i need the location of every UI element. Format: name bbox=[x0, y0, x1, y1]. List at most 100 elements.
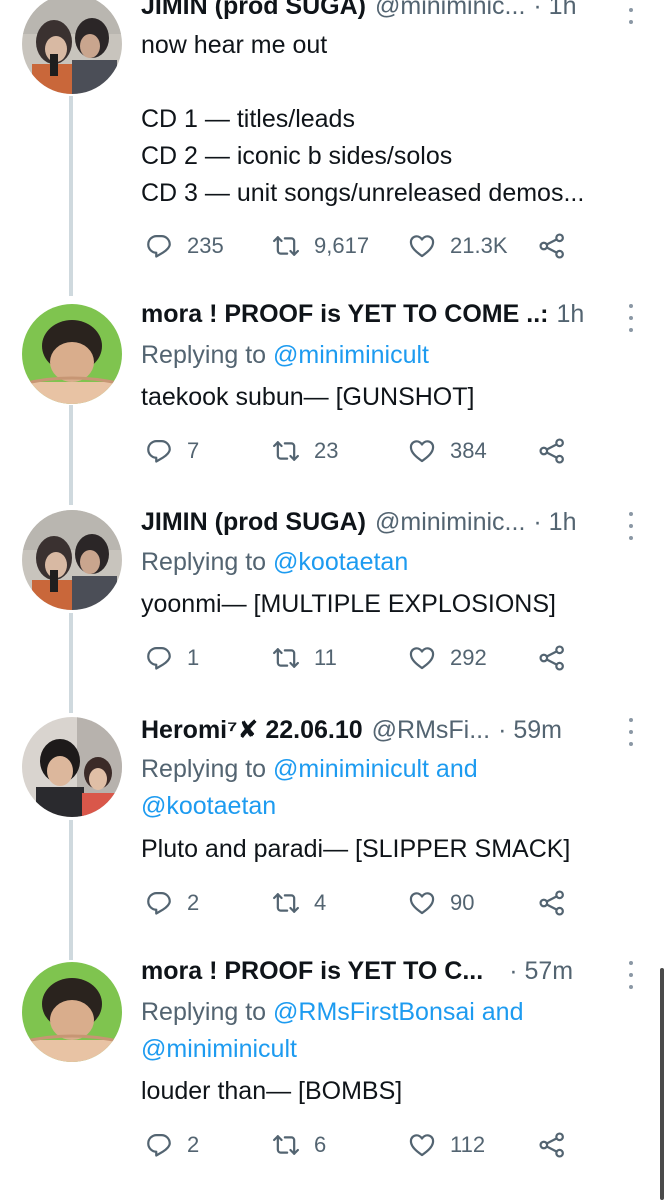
tweet-header: JIMIN (prod SUGA) @miniminic... · 1h bbox=[141, 0, 638, 26]
reply-button[interactable]: 235 bbox=[145, 231, 224, 261]
like-button[interactable]: 90 bbox=[408, 888, 474, 918]
share-button[interactable] bbox=[538, 1130, 566, 1160]
heart-icon bbox=[408, 644, 436, 672]
avatar[interactable] bbox=[22, 717, 122, 817]
replying-label: Replying to bbox=[141, 341, 267, 369]
tweet-text-line: now hear me out bbox=[141, 31, 328, 59]
tweet-actions: 1 11 292 bbox=[145, 643, 585, 673]
mention-link[interactable]: @kootaetan bbox=[141, 789, 276, 823]
reply-icon bbox=[145, 232, 173, 260]
tweet[interactable]: JIMIN (prod SUGA) @miniminic... · 1h Rep… bbox=[0, 500, 668, 710]
avatar[interactable] bbox=[22, 962, 122, 1062]
retweet-icon bbox=[272, 644, 300, 672]
retweet-count: 11 bbox=[314, 645, 337, 670]
author-name[interactable]: Heromi⁷✘ 22.06.10 bbox=[141, 715, 363, 745]
share-button[interactable] bbox=[538, 231, 566, 261]
retweet-button[interactable]: 9,617 bbox=[272, 231, 369, 261]
tweet-actions: 2 4 90 bbox=[145, 888, 585, 918]
replying-label: Replying to bbox=[141, 755, 267, 783]
share-button[interactable] bbox=[538, 643, 566, 673]
reply-icon bbox=[145, 889, 173, 917]
reply-icon bbox=[145, 437, 173, 465]
mention-link[interactable]: @miniminicult and bbox=[273, 755, 478, 783]
tweet-header: Heromi⁷✘ 22.06.10 @RMsFi... · 59m bbox=[141, 715, 638, 749]
share-icon bbox=[538, 232, 566, 260]
share-button[interactable] bbox=[538, 888, 566, 918]
avatar[interactable] bbox=[22, 304, 122, 404]
reply-count: 7 bbox=[187, 438, 200, 463]
tweet-text: yoonmi— [MULTIPLE EXPLOSIONS] bbox=[141, 590, 556, 618]
retweet-button[interactable]: 6 bbox=[272, 1130, 326, 1160]
replying-to: Replying to @miniminicult bbox=[141, 338, 429, 372]
like-button[interactable]: 21.3K bbox=[408, 231, 508, 261]
timestamp[interactable]: · 1h bbox=[533, 508, 576, 537]
more-icon[interactable] bbox=[628, 718, 634, 746]
author-handle[interactable]: @miniminic... bbox=[375, 508, 525, 537]
reply-count: 1 bbox=[187, 645, 200, 670]
retweet-icon bbox=[272, 1131, 300, 1159]
share-icon bbox=[538, 644, 566, 672]
heart-icon bbox=[408, 889, 436, 917]
author-name[interactable]: mora ! PROOF is YET TO COME ..: bbox=[141, 300, 548, 329]
more-icon[interactable] bbox=[628, 512, 634, 540]
reply-button[interactable]: 2 bbox=[145, 888, 199, 918]
share-icon bbox=[538, 437, 566, 465]
retweet-button[interactable]: 4 bbox=[272, 888, 326, 918]
tweet-actions: 2 6 112 bbox=[145, 1130, 585, 1160]
tweet[interactable]: mora ! PROOF is YET TO COME ..: 1h Reply… bbox=[0, 290, 668, 500]
tweet[interactable]: JIMIN (prod SUGA) @miniminic... · 1h now… bbox=[0, 0, 668, 290]
author-handle[interactable]: @RMsFi... bbox=[372, 716, 490, 745]
author-name[interactable]: mora ! PROOF is YET TO C... bbox=[141, 957, 483, 986]
tweet-header: mora ! PROOF is YET TO COME ..: 1h bbox=[141, 300, 638, 334]
mention-link[interactable]: @RMsFirstBonsai and bbox=[273, 998, 523, 1026]
author-name[interactable]: JIMIN (prod SUGA) bbox=[141, 508, 366, 537]
author-name[interactable]: JIMIN (prod SUGA) bbox=[141, 0, 366, 21]
reply-icon bbox=[145, 1131, 173, 1159]
like-button[interactable]: 112 bbox=[408, 1130, 485, 1160]
timestamp[interactable]: · 59m bbox=[498, 716, 562, 745]
like-button[interactable]: 292 bbox=[408, 643, 487, 673]
like-count: 90 bbox=[450, 890, 475, 915]
tweet-header: mora ! PROOF is YET TO C... · 57m bbox=[141, 957, 638, 991]
reply-button[interactable]: 1 bbox=[145, 643, 199, 673]
reply-count: 2 bbox=[187, 1132, 200, 1157]
replying-to: Replying to @miniminicult and bbox=[141, 752, 478, 786]
retweet-count: 4 bbox=[314, 890, 327, 915]
more-icon[interactable] bbox=[628, 0, 634, 24]
reply-button[interactable]: 7 bbox=[145, 436, 199, 466]
retweet-icon bbox=[272, 232, 300, 260]
heart-icon bbox=[408, 1131, 436, 1159]
reply-button[interactable]: 2 bbox=[145, 1130, 199, 1160]
replying-label: Replying to bbox=[141, 548, 267, 576]
reply-count: 235 bbox=[187, 233, 224, 258]
like-count: 112 bbox=[450, 1132, 486, 1157]
like-button[interactable]: 384 bbox=[408, 436, 487, 466]
mention-link[interactable]: @kootaetan bbox=[273, 548, 408, 576]
like-count: 384 bbox=[450, 438, 487, 463]
heart-icon bbox=[408, 437, 436, 465]
retweet-icon bbox=[272, 889, 300, 917]
reply-icon bbox=[145, 644, 173, 672]
avatar[interactable] bbox=[22, 0, 122, 94]
more-icon[interactable] bbox=[628, 961, 634, 989]
tweet-text: louder than— [BOMBS] bbox=[141, 1077, 403, 1105]
retweet-button[interactable]: 23 bbox=[272, 436, 338, 466]
heart-icon bbox=[408, 232, 436, 260]
timestamp[interactable]: · 57m bbox=[509, 957, 573, 986]
timestamp[interactable]: 1h bbox=[556, 300, 584, 329]
mention-link[interactable]: @miniminicult bbox=[273, 341, 429, 369]
more-icon[interactable] bbox=[628, 304, 634, 332]
author-handle[interactable]: @miniminic... bbox=[375, 0, 525, 21]
replying-label: Replying to bbox=[141, 998, 267, 1026]
retweet-count: 6 bbox=[314, 1132, 327, 1157]
mention-link[interactable]: @miniminicult bbox=[141, 1032, 297, 1066]
share-button[interactable] bbox=[538, 436, 566, 466]
tweet-text-line: CD 1 — titles/leads bbox=[141, 105, 355, 133]
retweet-icon bbox=[272, 437, 300, 465]
retweet-button[interactable]: 11 bbox=[272, 643, 337, 673]
tweet[interactable]: Heromi⁷✘ 22.06.10 @RMsFi... · 59m Replyi… bbox=[0, 710, 668, 955]
scrollbar[interactable] bbox=[660, 968, 664, 1200]
tweet[interactable]: mora ! PROOF is YET TO C... · 57m Replyi… bbox=[0, 955, 668, 1200]
avatar[interactable] bbox=[22, 510, 122, 610]
timestamp[interactable]: · 1h bbox=[533, 0, 576, 21]
